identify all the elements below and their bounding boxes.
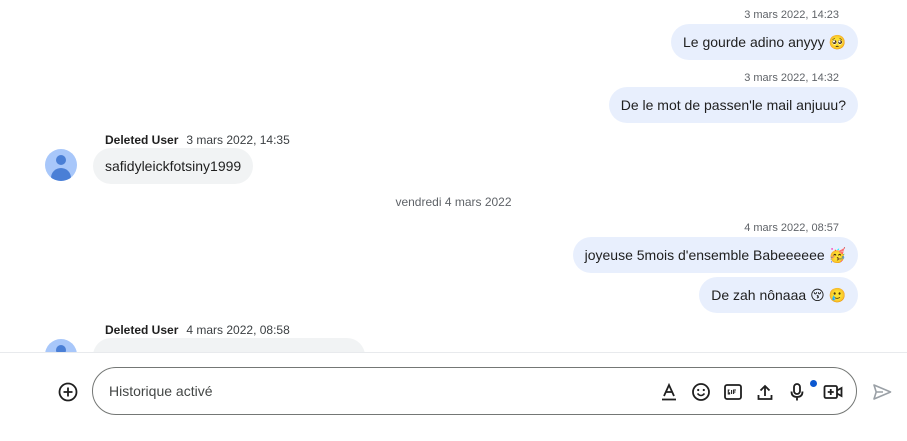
pleading-face-emoji-icon: 🥺 — [828, 35, 846, 51]
party-face-emoji-icon: 🥳 — [828, 248, 846, 264]
message-bubble-outgoing[interactable]: joyeuse 5mois d'ensemble Babeeeeee 🥳 — [572, 237, 858, 273]
avatar[interactable] — [45, 149, 77, 181]
send-icon[interactable] — [871, 381, 893, 403]
emoji-icon[interactable] — [690, 381, 712, 403]
message-bubble-outgoing[interactable]: De le mot de passen'le mail anjuuu? — [608, 87, 858, 123]
avatar-head-icon — [56, 155, 66, 165]
recording-indicator-dot — [810, 380, 817, 387]
message-bubble-outgoing[interactable]: Le gourde adino anyyy 🥺 — [671, 24, 858, 60]
message-timestamp: 3 mars 2022, 14:23 — [744, 9, 839, 21]
message-text: Le gourde adino anyyy — [683, 34, 825, 50]
message-timestamp: 4 mars 2022, 08:57 — [744, 222, 839, 234]
avatar[interactable] — [45, 339, 77, 352]
avatar-head-icon — [56, 345, 66, 352]
message-bubble-outgoing[interactable]: De zah nônaaa 😚 🥲 — [699, 277, 858, 313]
upload-icon[interactable] — [754, 381, 776, 403]
message-list: 3 mars 2022, 14:23 Le gourde adino anyyy… — [0, 0, 907, 352]
video-add-icon[interactable] — [822, 381, 844, 403]
kissing-face-emoji-icon: 😚 — [810, 288, 825, 304]
message-sender-header: Deleted User 4 mars 2022, 08:58 — [105, 323, 290, 337]
message-timestamp: 4 mars 2022, 08:58 — [186, 323, 290, 337]
message-bubble-incoming[interactable]: safidyleickfotsiny1999 — [93, 148, 254, 184]
avatar-body-icon — [51, 168, 71, 181]
message-timestamp: 3 mars 2022, 14:32 — [744, 72, 839, 84]
date-separator: vendredi 4 mars 2022 — [395, 195, 512, 209]
message-input[interactable] — [109, 368, 629, 414]
smiling-tear-emoji-icon: 🥲 — [828, 288, 846, 304]
gif-icon[interactable] — [722, 381, 744, 403]
message-timestamp: 3 mars 2022, 14:35 — [186, 133, 290, 147]
message-text: safidyleickfotsiny1999 — [105, 158, 242, 174]
message-sender-header: Deleted User 3 mars 2022, 14:35 — [105, 133, 290, 147]
message-text: joyeuse 5mois d'ensemble Babeeeeee — [584, 247, 825, 263]
text-format-icon[interactable] — [658, 381, 680, 403]
add-circle-icon[interactable] — [58, 382, 78, 402]
sender-name: Deleted User — [105, 133, 179, 147]
message-bubble-incoming[interactable] — [93, 338, 365, 352]
microphone-icon[interactable] — [786, 381, 808, 403]
sender-name: Deleted User — [105, 323, 179, 337]
message-text: De le mot de passen'le mail anjuuu? — [620, 97, 846, 113]
message-text: De zah nônaaa — [711, 287, 807, 303]
